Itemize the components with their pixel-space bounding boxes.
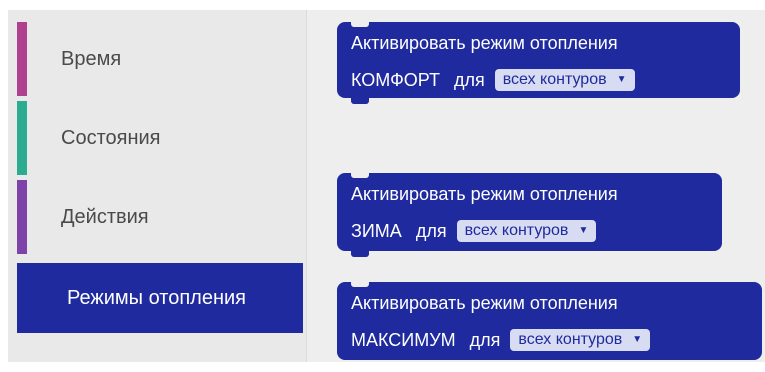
circuit-dropdown[interactable]: всех контуров ▼: [456, 220, 597, 242]
dropdown-arrow-icon: ▼: [632, 334, 643, 345]
block-notch: [351, 98, 369, 104]
category-label: Время: [61, 47, 122, 70]
dropdown-value: всех контуров: [502, 71, 607, 88]
block-title: Активировать режим отопления: [351, 293, 618, 313]
category-label: Состояния: [61, 126, 161, 149]
block-notch: [351, 281, 369, 287]
block-for-label: для: [469, 330, 501, 350]
block-title: Активировать режим отопления: [351, 33, 618, 53]
category-color-bar: [17, 22, 27, 96]
block-mode: МАКСИМУМ: [351, 330, 456, 350]
block-notch: [351, 172, 369, 178]
block-title: Активировать режим отопления: [351, 184, 618, 204]
category-actions[interactable]: Действия: [8, 180, 306, 254]
category-time[interactable]: Время: [8, 22, 306, 96]
block-for-label: для: [453, 70, 485, 90]
circuit-dropdown[interactable]: всех контуров ▼: [494, 69, 635, 91]
category-states[interactable]: Состояния: [8, 101, 306, 175]
block-mode: ЗИМА: [351, 221, 402, 241]
dropdown-value: всех контуров: [464, 222, 569, 239]
block-notch: [351, 21, 369, 27]
category-color-bar: [17, 101, 27, 175]
category-heating-modes[interactable]: Режимы отопления: [17, 263, 303, 333]
dropdown-arrow-icon: ▼: [616, 74, 627, 85]
category-label: Действия: [61, 205, 149, 228]
block-for-label: для: [415, 221, 447, 241]
category-color-bar: [17, 180, 27, 254]
dropdown-value: всех контуров: [518, 331, 623, 348]
dropdown-arrow-icon: ▼: [578, 225, 589, 236]
circuit-dropdown[interactable]: всех контуров ▼: [510, 329, 651, 351]
category-label: Режимы отопления: [67, 286, 247, 309]
activate-heating-block-maximum[interactable]: Активировать режим отопления МАКСИМУМ дл…: [337, 281, 762, 360]
block-notch: [351, 251, 369, 257]
activate-heating-block-comfort[interactable]: Активировать режим отопления КОМФОРТ для…: [337, 21, 740, 104]
block-mode: КОМФОРТ: [351, 70, 440, 90]
activate-heating-block-winter[interactable]: Активировать режим отопления ЗИМА для вс…: [337, 172, 722, 257]
